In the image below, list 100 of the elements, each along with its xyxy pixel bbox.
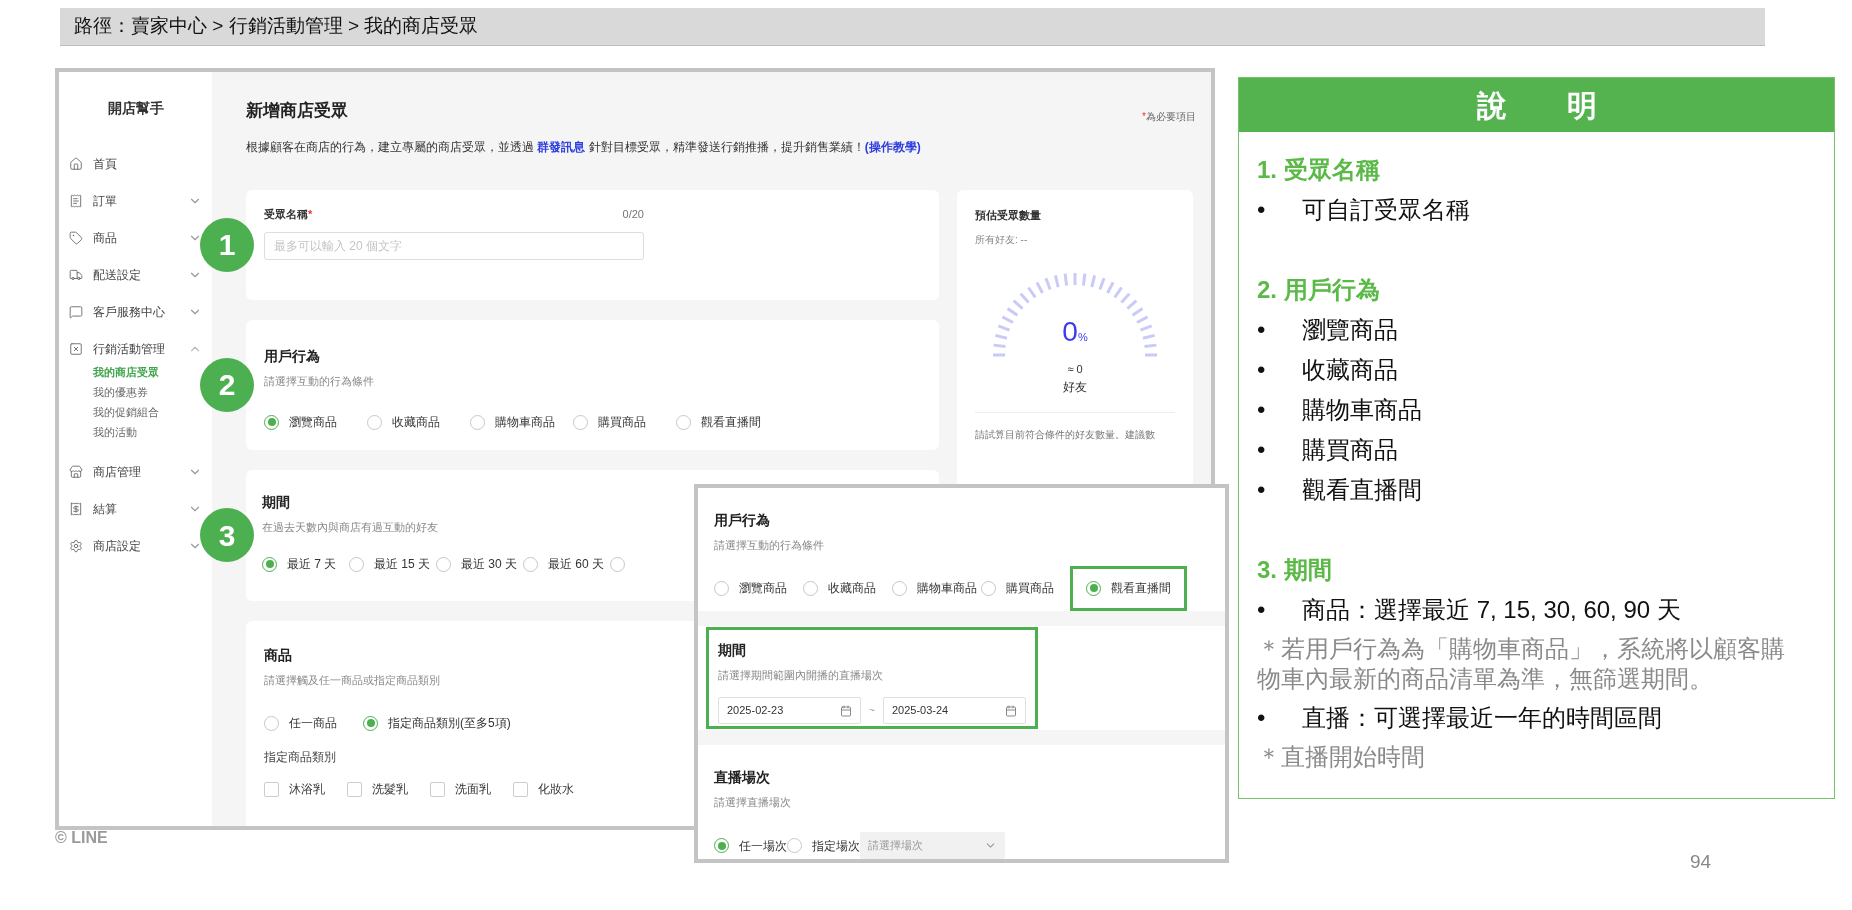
option-label: 收藏商品 bbox=[392, 414, 440, 431]
chat-icon bbox=[69, 304, 83, 319]
option-label: 購買商品 bbox=[598, 414, 646, 431]
option-label: 指定場次 bbox=[812, 837, 860, 855]
radio-button[interactable] bbox=[523, 556, 538, 572]
date-field[interactable]: 2025-02-23 bbox=[718, 697, 862, 724]
option-label: 任一場次 bbox=[739, 837, 787, 855]
link[interactable]: 群發訊息 bbox=[537, 139, 586, 154]
approx-count: ≈ 0 bbox=[1066, 362, 1084, 377]
section-subtitle: 在過去天數內與商店有過互動的好友 bbox=[262, 519, 438, 535]
option-label: 沐浴乳 bbox=[289, 781, 325, 798]
radio-button[interactable] bbox=[264, 414, 279, 430]
checkbox[interactable] bbox=[347, 781, 362, 797]
radio-button[interactable] bbox=[892, 580, 907, 596]
radio-button[interactable] bbox=[470, 414, 485, 430]
bullet-text: 購買商品 bbox=[1302, 435, 1398, 465]
range-separator: ~ bbox=[869, 704, 875, 718]
field-label: 指定商品類別 bbox=[264, 749, 337, 766]
brand-logo: © LINE bbox=[55, 828, 108, 848]
option-label: 洗髮乳 bbox=[372, 781, 408, 798]
calendar-icon bbox=[840, 704, 853, 717]
option-label: 最近 60 天 bbox=[548, 556, 604, 573]
radio-button[interactable] bbox=[367, 414, 382, 430]
option-label: 指定商品類別(至多5項) bbox=[388, 715, 511, 732]
section-title: 直播場次 bbox=[714, 767, 770, 787]
radio-button[interactable] bbox=[803, 580, 818, 596]
radio-button[interactable] bbox=[714, 580, 729, 596]
checkbox[interactable] bbox=[430, 781, 445, 797]
radio-button[interactable] bbox=[610, 556, 625, 572]
option-label: 瀏覽商品 bbox=[739, 580, 787, 597]
sidebar-item[interactable]: 結算 bbox=[69, 490, 202, 527]
x-square-icon bbox=[69, 341, 83, 356]
section-subtitle: 請選擇互動的行為條件 bbox=[714, 538, 824, 553]
radio-button[interactable] bbox=[787, 838, 802, 853]
required-note: *為必要項目 bbox=[1142, 109, 1196, 124]
section-title: 商品 bbox=[264, 645, 292, 665]
radio-button[interactable] bbox=[1086, 580, 1101, 596]
bullet-marker: • bbox=[1257, 595, 1267, 625]
settings-icon bbox=[69, 538, 83, 553]
calendar-icon bbox=[1005, 704, 1017, 717]
sidebar-subitem[interactable]: 我的活動 bbox=[93, 423, 202, 443]
option-label: 最近 30 天 bbox=[461, 556, 517, 573]
radio-button[interactable] bbox=[573, 414, 588, 430]
home-icon bbox=[69, 156, 83, 171]
breadcrumb: 路徑：賣家中心 > 行銷活動管理 > 我的商店受眾 bbox=[74, 14, 479, 39]
option-label: 最近 15 天 bbox=[374, 556, 430, 573]
section-heading: 3. 期間 bbox=[1257, 555, 1333, 585]
bullet-marker: • bbox=[1257, 703, 1267, 733]
page-title: 新增商店受眾 bbox=[246, 100, 348, 122]
truck-icon bbox=[69, 267, 83, 282]
sidebar-item[interactable]: 客戶服務中心 bbox=[69, 293, 202, 330]
page-description: 根據顧客在商店的行為，建立專屬的商店受眾，並透過 群發訊息 針對目標受眾，精準發送行銷推播，提升銷售業績！(操作教學) bbox=[246, 138, 922, 156]
page-number: 94 bbox=[1690, 850, 1712, 874]
section-subtitle: 請選擇觸及任一商品或指定商品類別 bbox=[264, 672, 440, 688]
checkbox[interactable] bbox=[264, 781, 279, 797]
radio-button[interactable] bbox=[714, 838, 729, 853]
sidebar-item[interactable]: 商店管理 bbox=[69, 453, 202, 490]
option-label: 購買商品 bbox=[1006, 580, 1054, 597]
option-label: 洗面乳 bbox=[455, 781, 491, 798]
section-title: 用戶行為 bbox=[264, 346, 320, 366]
sidebar-title: 開店幫手 bbox=[106, 99, 165, 118]
bullet-text: 觀看直播間 bbox=[1302, 475, 1422, 505]
tag-icon bbox=[69, 230, 83, 245]
link[interactable]: (操作教學) bbox=[864, 139, 921, 154]
bullet-text: 收藏商品 bbox=[1302, 355, 1398, 385]
sidebar-item[interactable]: 訂單 bbox=[69, 182, 202, 219]
bullet-text: 可自訂受眾名稱 bbox=[1302, 195, 1470, 225]
option-label: 觀看直播間 bbox=[701, 414, 761, 431]
bullet-marker: • bbox=[1257, 315, 1267, 345]
radio-button[interactable] bbox=[363, 715, 378, 731]
option-label: 瀏覽商品 bbox=[289, 414, 337, 431]
radio-button[interactable] bbox=[262, 556, 277, 572]
sidebar-item[interactable]: 首頁 bbox=[69, 145, 202, 182]
option-label: 收藏商品 bbox=[828, 580, 876, 597]
sidebar-subitem[interactable]: 我的優惠券 bbox=[93, 383, 202, 403]
radio-button[interactable] bbox=[676, 414, 691, 430]
date-field[interactable]: 2025-03-24 bbox=[882, 697, 1026, 724]
bullet-marker: • bbox=[1257, 475, 1267, 505]
bullet-marker: • bbox=[1257, 395, 1267, 425]
radio-button[interactable] bbox=[264, 715, 279, 731]
radio-button[interactable] bbox=[436, 556, 451, 572]
note-text: ＊若用戶行為為「購物車商品」，系統將以顧客購物車內最新的商品清單為準，無篩選期間。 bbox=[1257, 634, 1786, 694]
bullet-text: 購物車商品 bbox=[1302, 395, 1422, 425]
option-label: 最近 7 天 bbox=[287, 556, 337, 573]
store-icon bbox=[69, 464, 83, 479]
checkbox[interactable] bbox=[513, 781, 528, 797]
sidebar-item[interactable]: 商品 bbox=[69, 219, 202, 256]
option-label: 觀看直播間 bbox=[1111, 580, 1171, 597]
note-text: ＊直播開始時間 bbox=[1257, 742, 1426, 772]
all-friends-count: 所有好友: -- bbox=[975, 233, 1029, 247]
radio-button[interactable] bbox=[981, 580, 996, 596]
section-subtitle: 請選擇直播場次 bbox=[714, 794, 791, 810]
friends-label: 好友 bbox=[1062, 378, 1088, 396]
receipt-icon bbox=[69, 193, 83, 208]
radio-button[interactable] bbox=[349, 556, 364, 572]
sidebar-item[interactable]: 商店設定 bbox=[69, 527, 202, 564]
bullet-marker: • bbox=[1257, 355, 1267, 385]
sidebar-item[interactable]: 配送設定 bbox=[69, 256, 202, 293]
estimate-note: 請試算目前符合條件的好友數量。建議數 bbox=[975, 427, 1156, 442]
sidebar-subitem[interactable]: 我的促銷組合 bbox=[93, 403, 202, 423]
